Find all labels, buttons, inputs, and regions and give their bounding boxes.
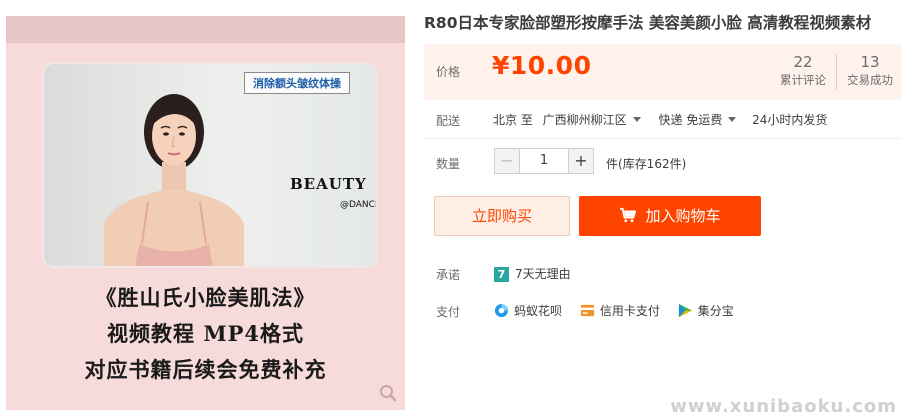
deals-label: 交易成功 [847,73,893,87]
credit-card-icon [580,304,594,317]
promo-line: 对应书籍后续会免费补充 [84,357,327,382]
add-to-cart-button[interactable]: 加入购物车 [579,196,761,236]
deals-stat: 13 交易成功 [840,52,900,88]
payment-credit-card[interactable]: 信用卡支付 [580,302,660,319]
payment-jifenbao[interactable]: 集分宝 [678,302,734,319]
stat-divider [836,54,837,90]
payment-method-label: 集分宝 [697,304,734,318]
price-panel: 价格 ¥10.00 22 累计评论 13 交易成功 [424,44,901,100]
promise-label: 承诺 [436,268,461,282]
chevron-down-icon [632,117,641,122]
promise-text: 7天无理由 [515,267,571,281]
overlay-brand: BEAUTY [290,175,367,193]
quantity-stepper: − 1 + [494,148,594,174]
overlay-subbrand: @DANCE [340,200,376,210]
cart-icon [620,207,637,222]
payment-huabei[interactable]: 蚂蚁花呗 [494,302,562,319]
shipping-selector[interactable]: 快递 免运费 [659,111,737,128]
delivery-from: 北京 至 [493,113,533,127]
reviews-stat[interactable]: 22 累计评论 [772,52,834,88]
delivery-row: 北京 至 广西柳州柳江区 快递 免运费 24小时内发货 [493,111,827,128]
increase-quantity-button[interactable]: + [568,148,594,174]
jifenbao-icon [678,303,692,318]
video-caption: 消除额头皱纹体操 [244,72,350,94]
promo-line: 视频教程 MP4格式 [107,321,304,346]
decrease-quantity-button[interactable]: − [494,148,520,174]
quantity-label: 数量 [436,157,461,171]
quantity-input[interactable]: 1 [520,148,568,174]
image-top-band [6,16,405,43]
promise-row[interactable]: 7 7天无理由 [494,265,571,282]
deals-count: 13 [860,53,880,71]
destination-selector[interactable]: 广西柳州柳江区 [543,111,641,128]
promo-line: 《胜山氏小脸美肌法》 [95,285,316,310]
reviews-label: 累计评论 [780,73,826,87]
dispatch-time: 24小时内发货 [752,113,828,127]
payment-method-label: 蚂蚁花呗 [514,304,563,318]
delivery-label: 配送 [436,114,461,128]
reviews-count: 22 [793,53,813,71]
zoom-icon[interactable] [379,384,397,402]
payment-methods: 蚂蚁花呗 信用卡支付 集分宝 [494,302,748,319]
buy-now-button[interactable]: 立即购买 [434,196,570,236]
destination-text: 广西柳州柳江区 [542,113,627,127]
seven-day-badge-icon: 7 [494,267,509,282]
stock-text: 件(库存162件) [606,157,687,171]
price-value: ¥10.00 [492,51,592,80]
video-still-frame: 消除额头皱纹体操 BEAUTY @DANCE [44,64,376,266]
chevron-down-icon [728,117,737,122]
add-to-cart-label: 加入购物车 [645,207,721,225]
payment-label: 支付 [436,305,461,319]
product-main-image[interactable]: 消除额头皱纹体操 BEAUTY @DANCE 《胜山氏小脸美肌法》 视频教程 M… [6,16,405,410]
shipping-text: 快递 免运费 [658,113,723,127]
payment-method-label: 信用卡支付 [599,304,660,318]
promo-text-block: 《胜山氏小脸美肌法》 视频教程 MP4格式 对应书籍后续会免费补充 [6,280,405,388]
product-title: R80日本专家脸部塑形按摩手法 美容美颜小脸 高清教程视频素材 [424,14,872,32]
model-figure [104,94,244,266]
price-label: 价格 [436,65,461,79]
huabei-icon [494,303,509,318]
section-divider [424,138,901,139]
watermark-text: www.xunibaoku.com [670,396,897,417]
